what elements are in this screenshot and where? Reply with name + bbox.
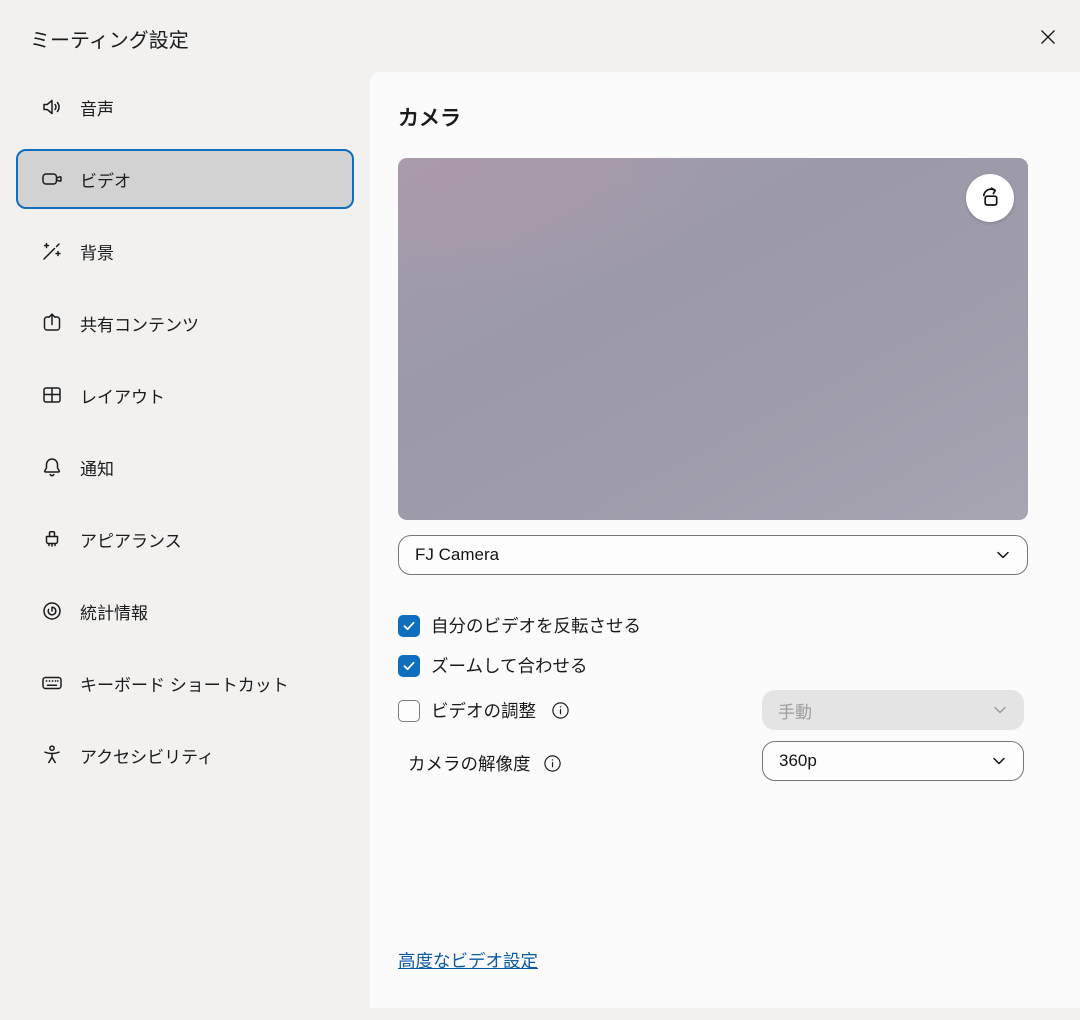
sidebar-item-label: レイアウト xyxy=(80,383,165,408)
sidebar-item-label: アクセシビリティ xyxy=(80,743,214,768)
video-adjust-checkbox[interactable] xyxy=(398,700,420,722)
mirror-video-row: 自分のビデオを反転させる xyxy=(398,613,641,638)
sidebar-item-label: 共有コンテンツ xyxy=(80,311,199,336)
page-title: ミーティング設定 xyxy=(30,24,189,53)
sidebar-item-label: アピアランス xyxy=(80,527,182,552)
zoom-to-fit-row: ズームして合わせる xyxy=(398,653,587,678)
sidebar-item-audio[interactable]: 音声 xyxy=(16,77,354,137)
sidebar-item-label: 通知 xyxy=(80,455,114,480)
video-camera-icon xyxy=(40,167,64,191)
camera-resolution-select[interactable]: 360p xyxy=(762,741,1024,781)
video-adjust-row: ビデオの調整 xyxy=(398,698,570,723)
sidebar-item-label: 統計情報 xyxy=(80,599,148,624)
sidebar-item-label: 音声 xyxy=(80,95,114,120)
zoom-to-fit-checkbox[interactable] xyxy=(398,655,420,677)
camera-resolution-row: カメラの解像度 xyxy=(408,751,562,776)
mirror-video-checkbox[interactable] xyxy=(398,615,420,637)
sidebar-item-background[interactable]: 背景 xyxy=(16,221,354,281)
sidebar-item-label: キーボード ショートカット xyxy=(80,671,289,696)
share-content-icon xyxy=(40,311,64,335)
advanced-video-settings-link[interactable]: 高度なビデオ設定 xyxy=(398,948,538,973)
sidebar-item-appearance[interactable]: アピアランス xyxy=(16,509,354,569)
camera-preview xyxy=(398,158,1028,520)
statistics-icon xyxy=(40,599,64,623)
video-adjust-mode-value: 手動 xyxy=(778,698,812,723)
rotate-camera-icon xyxy=(977,184,1003,213)
video-settings-panel: カメラ FJ Camera 自分のビデオを反転させる ズームして合わせる xyxy=(370,72,1080,1008)
close-icon xyxy=(1038,27,1058,50)
sidebar-item-label: ビデオ xyxy=(80,167,131,192)
camera-device-value: FJ Camera xyxy=(415,545,499,565)
sidebar-item-shared-content[interactable]: 共有コンテンツ xyxy=(16,293,354,353)
sidebar-item-label: 背景 xyxy=(80,239,114,264)
chevron-down-icon xyxy=(991,753,1007,769)
layout-grid-icon xyxy=(40,383,64,407)
paint-brush-icon xyxy=(40,527,64,551)
video-adjust-mode-select: 手動 xyxy=(762,690,1024,730)
mirror-video-label: 自分のビデオを反転させる xyxy=(431,613,641,638)
close-button[interactable] xyxy=(1032,22,1064,54)
chevron-down-icon xyxy=(995,547,1011,563)
camera-device-select[interactable]: FJ Camera xyxy=(398,535,1028,575)
bell-icon xyxy=(40,455,64,479)
accessibility-icon xyxy=(40,743,64,767)
sidebar-item-video[interactable]: ビデオ xyxy=(16,149,354,209)
magic-wand-icon xyxy=(40,239,64,263)
keyboard-icon xyxy=(40,671,64,695)
camera-resolution-value: 360p xyxy=(779,751,817,771)
speaker-icon xyxy=(40,95,64,119)
sidebar-item-accessibility[interactable]: アクセシビリティ xyxy=(16,725,354,785)
section-heading: カメラ xyxy=(398,102,461,132)
sidebar-item-statistics[interactable]: 統計情報 xyxy=(16,581,354,641)
settings-sidebar: 音声 ビデオ 背景 共有コンテンツ xyxy=(0,77,370,785)
video-adjust-label: ビデオの調整 xyxy=(431,698,536,723)
camera-resolution-label: カメラの解像度 xyxy=(408,751,531,776)
rotate-camera-button[interactable] xyxy=(966,174,1014,222)
info-icon[interactable] xyxy=(543,754,562,773)
sidebar-item-layout[interactable]: レイアウト xyxy=(16,365,354,425)
sidebar-item-keyboard-shortcuts[interactable]: キーボード ショートカット xyxy=(16,653,354,713)
chevron-down-icon xyxy=(992,702,1008,718)
info-icon[interactable] xyxy=(551,701,570,720)
sidebar-item-notifications[interactable]: 通知 xyxy=(16,437,354,497)
zoom-to-fit-label: ズームして合わせる xyxy=(431,653,587,678)
